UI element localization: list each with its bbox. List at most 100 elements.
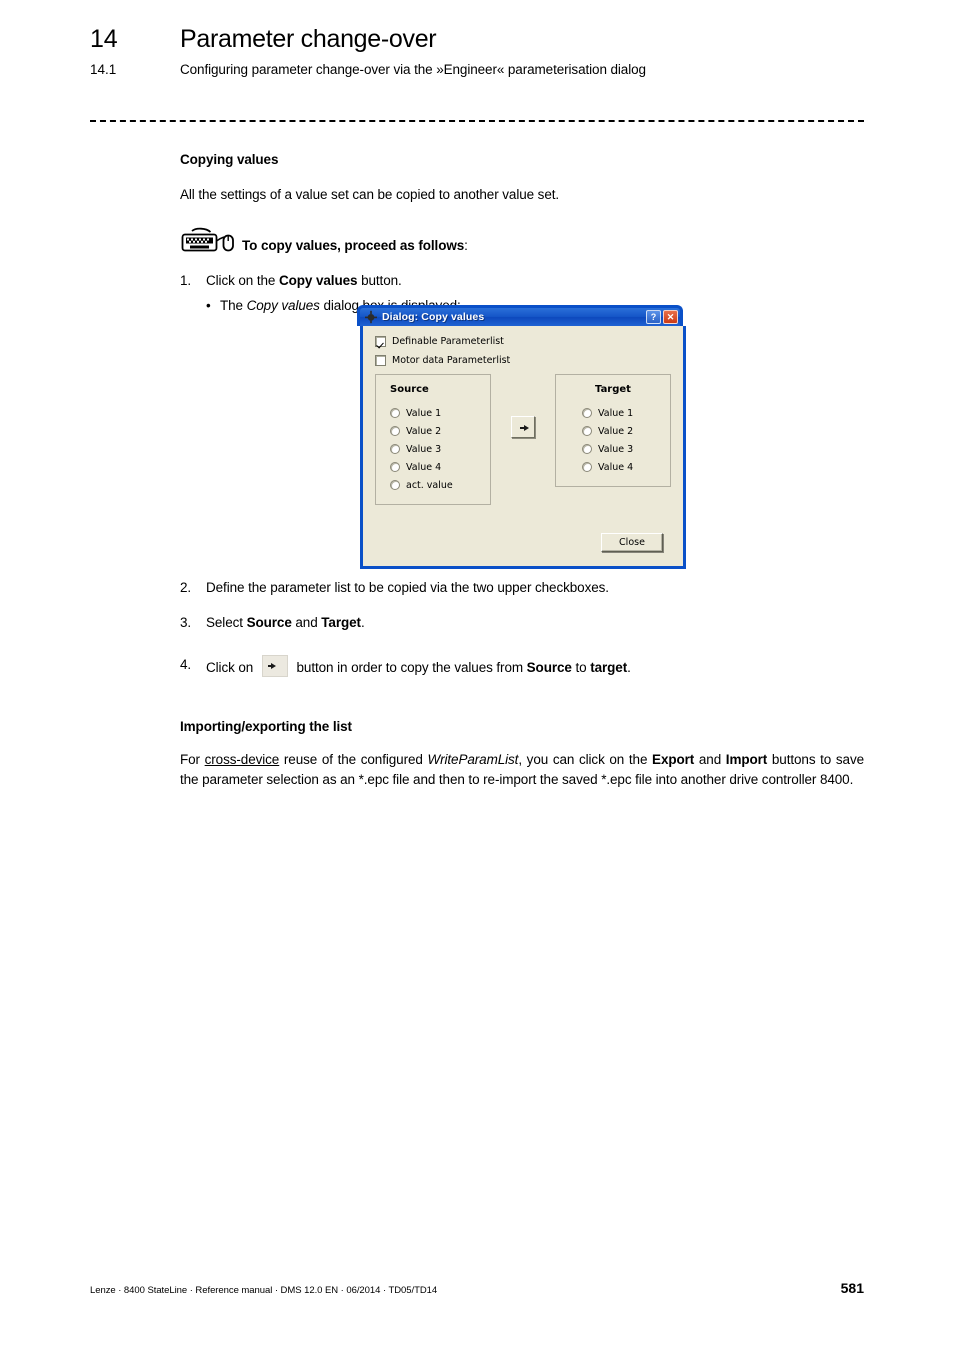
main-content-continued: 2. Define the parameter list to be copie… (180, 578, 864, 789)
ie-italic-writeparamlist: WriteParamList (427, 752, 519, 768)
step-1-post: button. (357, 273, 402, 289)
target-radio-value-4-button[interactable] (582, 462, 592, 472)
dialog-close-button[interactable]: Close (601, 533, 663, 552)
source-radio-value-3-button[interactable] (390, 444, 400, 454)
source-radio-value-2-label: Value 2 (406, 425, 442, 437)
procedure-callout-bold-text: To copy values, proceed as follows (242, 238, 465, 254)
checkbox-motor-data-parameterlist-label: Motor data Parameterlist (392, 355, 511, 366)
source-radio-value-4-button[interactable] (390, 462, 400, 472)
step-2-number: 2. (180, 580, 192, 595)
section-number: 14.1 (90, 62, 117, 77)
chapter-heading-row: 14 Parameter change-over (90, 25, 864, 54)
ie-underlined-cross-device: cross-device (204, 752, 280, 768)
section-heading-row: 14.1 Configuring parameter change-over v… (90, 62, 864, 77)
step-3: 3. Select Source and Target. (180, 613, 864, 632)
help-button[interactable]: ? (646, 310, 661, 324)
step-4-post1: button in order to copy the values from (292, 660, 527, 676)
source-radio-value-3-label: Value 3 (406, 443, 442, 455)
source-radio-value-1-button[interactable] (390, 408, 400, 418)
step-1-pre: Click on the (206, 273, 279, 289)
target-group: Target Value 1 Value 2 Value 3 Value 4 (555, 374, 671, 487)
source-radio-act-value[interactable]: act. value (376, 476, 490, 494)
step-4-mid: to (571, 660, 591, 676)
dialog-window-buttons: ? ✕ (646, 310, 678, 324)
source-radio-value-2-button[interactable] (390, 426, 400, 436)
source-group: Source Value 1 Value 2 Value 3 Value 4 a… (375, 374, 491, 505)
ie-bold-import: Import (725, 752, 768, 768)
target-radio-value-3[interactable]: Value 3 (556, 440, 670, 458)
ie-part4: and (694, 752, 726, 768)
step-4-text: Click on button in order to copy the val… (206, 655, 864, 678)
page-header: 14 Parameter change-over 14.1 Configurin… (90, 25, 864, 77)
step-4-bold-target: target (590, 660, 628, 676)
chapter-title: Parameter change-over (180, 25, 437, 53)
target-radio-value-4[interactable]: Value 4 (556, 458, 670, 476)
step-3-mid: and (291, 615, 322, 631)
source-radio-act-value-label: act. value (406, 479, 453, 491)
checkbox-definable-parameterlist[interactable]: Definable Parameterlist (375, 336, 671, 347)
arrow-right-icon[interactable] (511, 416, 535, 438)
step-3-number: 3. (180, 615, 192, 631)
source-radio-value-1-label: Value 1 (406, 407, 442, 419)
procedure-callout-colon: : (464, 238, 468, 254)
dialog-title: Dialog: Copy values (382, 311, 485, 323)
source-radio-act-value-button[interactable] (390, 480, 400, 490)
source-radio-value-4[interactable]: Value 4 (376, 458, 490, 476)
step-1: 1. Click on the Copy values button. (180, 271, 864, 290)
import-export-section: Importing/exporting the list For cross-d… (180, 719, 864, 788)
checkbox-motor-data-parameterlist[interactable]: Motor data Parameterlist (375, 355, 671, 366)
step-1-bold: Copy values (278, 273, 358, 289)
checkbox-definable-parameterlist-label: Definable Parameterlist (392, 336, 504, 347)
footer-page-number: 581 (840, 1280, 864, 1296)
main-content: Copying values All the settings of a val… (180, 152, 864, 313)
step-3-bold-source: Source (246, 615, 292, 631)
target-radio-value-1-button[interactable] (582, 408, 592, 418)
source-radio-value-2[interactable]: Value 2 (376, 422, 490, 440)
footer-document-info: Lenze · 8400 StateLine · Reference manua… (90, 1285, 438, 1296)
target-radio-value-2-label: Value 2 (598, 425, 634, 437)
ie-bold-export: Export (652, 752, 695, 768)
import-export-paragraph: For cross-device reuse of the configured… (180, 750, 864, 788)
step-4-bold-source: Source (526, 660, 572, 676)
step-2: 2. Define the parameter list to be copie… (180, 578, 864, 597)
step-3-bold-target: Target (321, 615, 361, 631)
inline-arrow-right-icon (261, 655, 288, 678)
checkbox-motor-data-parameterlist-box[interactable] (375, 355, 386, 366)
ie-part3: , you can click on the (518, 752, 653, 768)
checkbox-definable-parameterlist-box[interactable] (375, 336, 386, 347)
close-icon[interactable]: ✕ (663, 310, 678, 324)
source-radio-value-3[interactable]: Value 3 (376, 440, 490, 458)
step-4-post: . (627, 660, 631, 676)
keyboard-mouse-icon (180, 227, 234, 255)
page-footer: Lenze · 8400 StateLine · Reference manua… (90, 1280, 864, 1296)
source-target-groups: Source Value 1 Value 2 Value 3 Value 4 a… (375, 374, 671, 505)
ie-part1: For (180, 752, 205, 768)
target-radio-value-1-label: Value 1 (598, 407, 634, 419)
sub-bullet-pre: The (220, 298, 247, 314)
bullet-dot-icon: • (206, 298, 211, 314)
section-title: Configuring parameter change-over via th… (180, 62, 646, 77)
header-divider (90, 120, 864, 122)
target-radio-value-3-button[interactable] (582, 444, 592, 454)
procedure-callout-label: To copy values, proceed as follows: (242, 238, 468, 255)
target-radio-value-4-label: Value 4 (598, 461, 634, 473)
procedure-callout: To copy values, proceed as follows: (180, 227, 864, 255)
target-radio-value-2[interactable]: Value 2 (556, 422, 670, 440)
dialog-body: Definable Parameterlist Motor data Param… (363, 326, 683, 566)
step-4-number: 4. (180, 657, 192, 673)
source-radio-value-1[interactable]: Value 1 (376, 404, 490, 422)
sub-bullet-italic: Copy values (246, 298, 320, 314)
chapter-number: 14 (90, 25, 118, 53)
step-4-pre: Click on (206, 660, 257, 676)
ie-part2: reuse of the configured (279, 752, 428, 768)
step-1-text: Click on the Copy values button. (206, 271, 864, 290)
application-icon (364, 310, 378, 324)
step-3-text: Select Source and Target. (206, 613, 864, 632)
import-export-heading: Importing/exporting the list (180, 719, 352, 735)
copy-arrow-area (491, 374, 555, 438)
target-radio-value-2-button[interactable] (582, 426, 592, 436)
target-radio-value-1[interactable]: Value 1 (556, 404, 670, 422)
copying-values-intro: All the settings of a value set can be c… (180, 187, 560, 202)
dialog-footer: Close (375, 505, 671, 556)
step-3-pre: Select (206, 615, 247, 631)
